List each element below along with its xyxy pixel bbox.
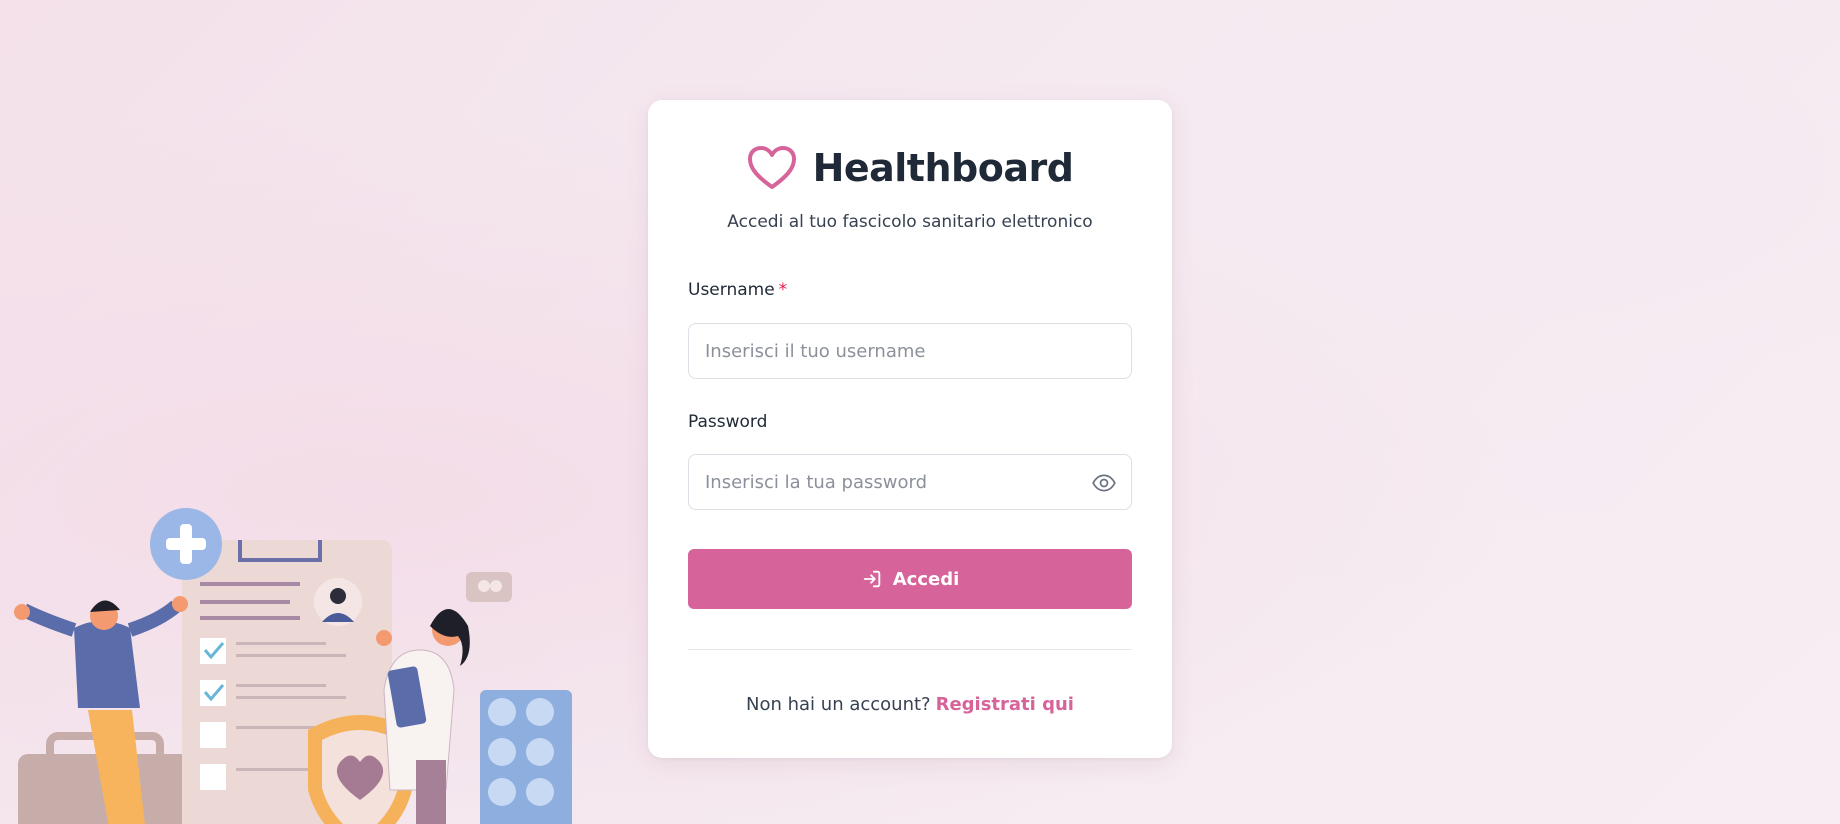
username-label: Username * <box>688 280 787 300</box>
divider <box>688 649 1132 650</box>
username-input[interactable] <box>689 324 1131 378</box>
required-mark: * <box>778 280 788 300</box>
login-card: Healthboard Accedi al tuo fascicolo sani… <box>648 100 1172 758</box>
login-button-label: Accedi <box>892 568 960 590</box>
heart-icon <box>747 146 796 189</box>
brand-header: Healthboard <box>648 140 1172 196</box>
page-subtitle: Accedi al tuo fascicolo sanitario elettr… <box>727 212 1093 232</box>
password-label: Password <box>688 412 767 432</box>
plus-icon <box>150 508 222 580</box>
register-prompt-text: Non hai un account? <box>746 694 931 715</box>
register-link[interactable]: Registrati qui <box>936 694 1074 715</box>
eye-icon[interactable] <box>1091 470 1117 496</box>
password-input[interactable] <box>689 455 1131 509</box>
password-field-wrapper <box>688 454 1132 510</box>
medical-illustration <box>14 508 572 824</box>
username-field-wrapper <box>688 323 1132 379</box>
password-label-text: Password <box>688 412 768 432</box>
login-icon <box>863 570 880 588</box>
pills-icon <box>480 690 572 824</box>
register-prompt: Non hai un account? Registrati qui <box>648 694 1172 715</box>
username-label-text: Username <box>688 280 775 300</box>
app-title: Healthboard <box>812 146 1074 190</box>
login-button[interactable]: Accedi <box>688 549 1132 609</box>
